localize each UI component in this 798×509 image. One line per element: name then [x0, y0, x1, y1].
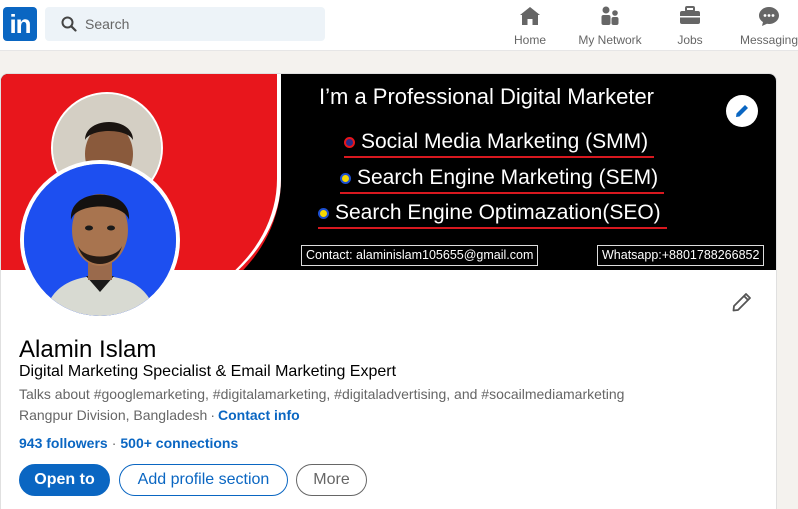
search-icon [61, 16, 77, 32]
linkedin-logo[interactable]: in [3, 7, 37, 41]
profile-name: Alamin Islam [19, 336, 157, 363]
connections-link[interactable]: 500+ connections [120, 435, 238, 451]
bullet-icon [344, 136, 355, 148]
top-navigation-bar: in Home My Network Jobs [0, 0, 798, 51]
bullet-icon [340, 172, 351, 184]
jobs-icon [680, 6, 700, 24]
network-icon [601, 6, 619, 25]
search-input[interactable] [85, 7, 315, 41]
nav-jobs-label: Jobs [677, 33, 703, 47]
home-icon [520, 7, 540, 25]
profile-talks-about: Talks about #googlemarketing, #digitalam… [19, 386, 625, 402]
followers-link[interactable]: 943 followers [19, 435, 108, 451]
cover-contact-email: Contact: alaminislam105655@gmail.com [301, 245, 539, 266]
cover-service-seo-label: Search Engine Optimazation(SEO) [335, 201, 661, 224]
pencil-icon [736, 105, 748, 117]
cover-contact-whatsapp: Whatsapp:+8801788266852 [597, 245, 765, 266]
profile-headline: Digital Marketing Specialist & Email Mar… [19, 363, 397, 380]
search-box[interactable] [45, 7, 325, 41]
cover-service-sem: Search Engine Marketing (SEM) [340, 166, 665, 194]
profile-stats-row: 943 followers · 500+ connections [19, 435, 239, 451]
cover-service-sem-label: Search Engine Marketing (SEM) [357, 166, 659, 189]
cover-service-seo: Search Engine Optimazation(SEO) [318, 201, 667, 229]
open-to-button[interactable]: Open to [19, 464, 110, 496]
profile-location-row: Rangpur Division, Bangladesh · Contact inf… [19, 407, 300, 423]
cover-service-smm: Social Media Marketing (SMM) [344, 130, 655, 158]
nav-jobs[interactable]: Jobs [672, 4, 708, 48]
cover-title: I’m a Professional Digital Marketer [319, 84, 655, 109]
messaging-icon [759, 7, 779, 26]
nav-messaging-label: Messaging [739, 33, 798, 47]
nav-my-network[interactable]: My Network [572, 4, 648, 48]
bullet-icon [318, 207, 329, 219]
nav-my-network-label: My Network [578, 33, 642, 47]
profile-location: Rangpur Division, Bangladesh [19, 407, 208, 423]
edit-cover-button[interactable] [726, 95, 758, 127]
nav-messaging[interactable]: Messaging [738, 4, 798, 48]
contact-info-link[interactable]: Contact info [218, 407, 300, 423]
more-button[interactable]: More [296, 464, 367, 496]
edit-profile-pencil-icon[interactable] [731, 291, 753, 313]
profile-photo[interactable] [20, 160, 180, 320]
nav-home[interactable]: Home [508, 4, 552, 48]
add-profile-section-button[interactable]: Add profile section [119, 464, 288, 496]
cover-service-smm-label: Social Media Marketing (SMM) [361, 130, 649, 153]
nav-home-label: Home [513, 33, 546, 47]
profile-card: I’m a Professional Digital Marketer Soci… [0, 73, 777, 509]
